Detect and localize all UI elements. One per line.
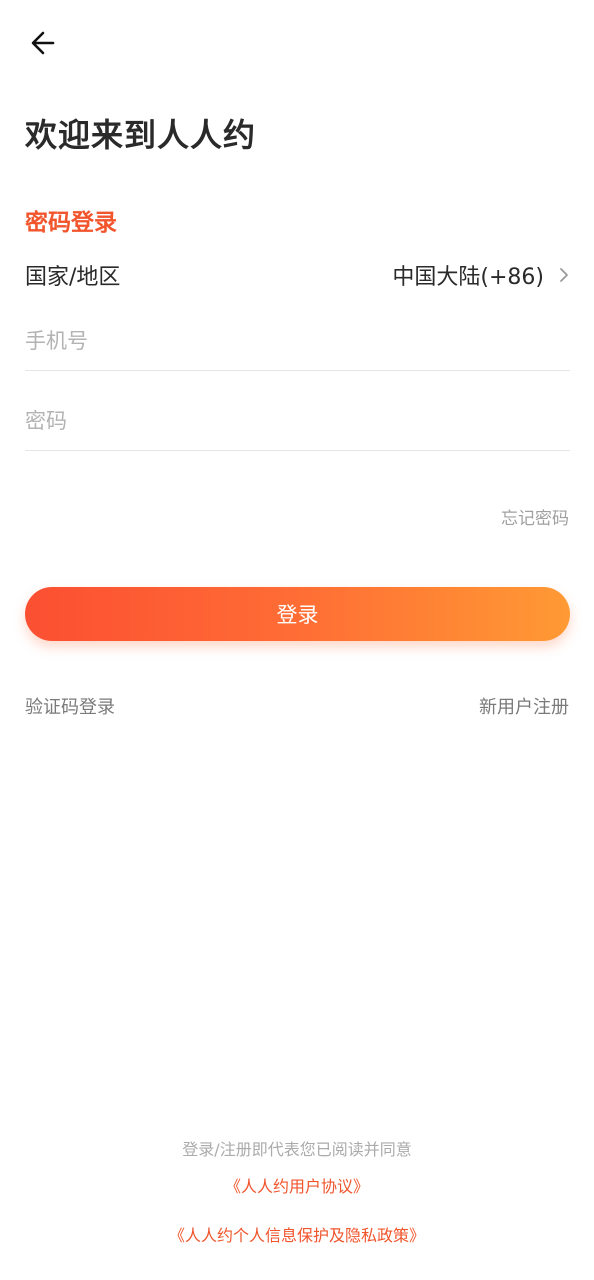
phone-input[interactable]: [25, 312, 570, 370]
phone-field-container: [25, 312, 570, 371]
register-link[interactable]: 新用户注册: [479, 693, 569, 719]
privacy-policy-link: 《人人约个人信息保护及隐私政策》: [0, 1222, 594, 1246]
login-button[interactable]: 登录: [25, 587, 570, 641]
region-label: 国家/地区: [25, 265, 121, 290]
terms-notice: 登录/注册即代表您已阅读并同意: [182, 1140, 412, 1159]
password-field-container: [25, 392, 570, 451]
user-agreement-link-text[interactable]: 《人人约用户协议》: [225, 1177, 369, 1196]
sms-login-link[interactable]: 验证码登录: [25, 693, 115, 719]
chevron-right-icon: [558, 267, 570, 283]
login-mode-title: 密码登录: [25, 210, 117, 236]
password-input[interactable]: [25, 392, 570, 450]
region-value: 中国大陆(+86): [392, 265, 544, 290]
privacy-policy-link-text[interactable]: 《人人约个人信息保护及隐私政策》: [169, 1226, 425, 1245]
arrow-left-icon: [29, 29, 57, 57]
user-agreement-link: 《人人约用户协议》: [0, 1173, 594, 1197]
forgot-password-link[interactable]: 忘记密码: [501, 504, 569, 529]
back-button[interactable]: [22, 26, 64, 60]
region-selector[interactable]: 国家/地区 中国大陆(+86): [25, 252, 570, 298]
page-title: 欢迎来到人人约: [25, 116, 257, 154]
